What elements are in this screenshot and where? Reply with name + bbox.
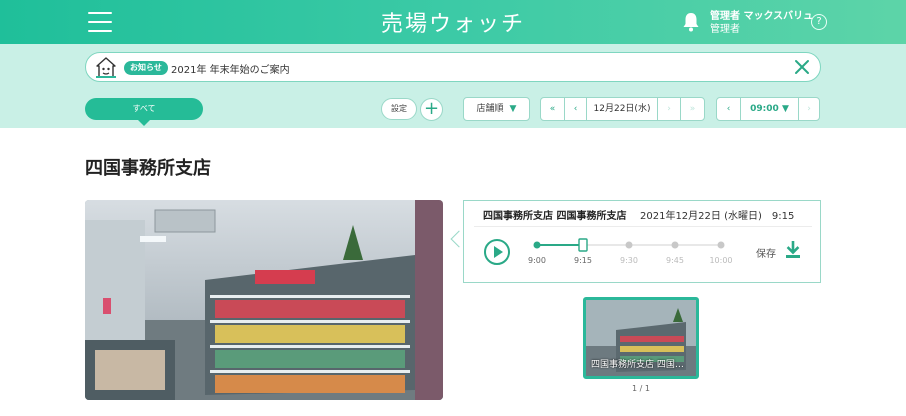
pagination: 1 / 1 [632, 384, 650, 393]
mascot-icon [96, 57, 116, 78]
chevron-down-icon: ▼ [781, 104, 789, 114]
time-navigator: ‹ 09:00 ▼ › [716, 97, 820, 121]
notice-bar[interactable]: お知らせ 2021年 年末年始のご案内 [85, 52, 821, 82]
store-shelves-image [85, 200, 443, 400]
chevron-left-icon[interactable]: ‹ [564, 97, 587, 121]
time-display: 09:00 [750, 104, 779, 114]
sort-label: 店舗順 [476, 104, 504, 114]
double-chevron-right-icon[interactable]: » [680, 97, 705, 121]
notice-text[interactable]: 2021年 年末年始のご案内 [171, 61, 290, 76]
sort-select[interactable]: 店舗順 ▼ [463, 97, 530, 121]
chevron-down-icon: ▼ [509, 104, 517, 114]
timeline-tick-label: 9:00 [528, 256, 546, 265]
date-navigator: « ‹ 12月22日(水) › » [540, 97, 705, 121]
timeline-tick-label: 10:00 [709, 256, 733, 265]
chevron-right-icon[interactable]: › [657, 97, 681, 121]
timeline-tick-label: 9:15 [574, 256, 592, 265]
time-chevron-left-icon[interactable]: ‹ [716, 97, 741, 121]
add-button[interactable]: + [420, 98, 443, 121]
close-icon[interactable] [793, 58, 811, 76]
filter-all-label: すべて [132, 104, 156, 113]
timeline-point[interactable] [671, 241, 679, 249]
timeline-handle[interactable] [578, 238, 588, 252]
save-label[interactable]: 保存 [756, 245, 776, 260]
selected-indicator [138, 120, 150, 126]
date-display[interactable]: 12月22日(水) [586, 97, 658, 121]
help-icon[interactable]: ? [811, 14, 827, 30]
download-icon[interactable] [784, 241, 802, 259]
timeline-tick-label: 9:30 [620, 256, 638, 265]
bell-icon[interactable] [682, 12, 700, 32]
double-chevron-left-icon[interactable]: « [540, 97, 565, 121]
timeline-tick-label: 9:45 [666, 256, 684, 265]
timeline-point[interactable] [533, 241, 541, 249]
thumbnail-label: 四国事務所支店 四国… [591, 360, 684, 370]
page-title: 四国事務所支店 [85, 158, 211, 179]
playback-panel: 四国事務所支店 四国事務所支店 2021年12月22日 (水曜日) 9:15 9… [463, 200, 821, 283]
user-name: 管理者 マックスバリュ [710, 11, 814, 22]
notice-badge: お知らせ [124, 61, 168, 75]
time-select[interactable]: 09:00 ▼ [740, 97, 799, 121]
time-chevron-right-icon[interactable]: › [798, 97, 820, 121]
camera-image[interactable] [85, 200, 443, 400]
thumbnail-item[interactable]: 四国事務所支店 四国… [583, 297, 699, 379]
timeline-point[interactable] [717, 241, 725, 249]
filter-all-button[interactable]: すべて [85, 98, 203, 126]
timeline[interactable] [464, 201, 822, 284]
user-info[interactable]: 管理者 マックスバリュ 管理者 [710, 10, 813, 36]
user-role: 管理者 [710, 24, 740, 35]
timeline-point[interactable] [625, 241, 633, 249]
app-header: 売場ウォッチ 管理者 マックスバリュ 管理者 ? [0, 0, 906, 44]
settings-button[interactable]: 設定 [381, 98, 417, 120]
